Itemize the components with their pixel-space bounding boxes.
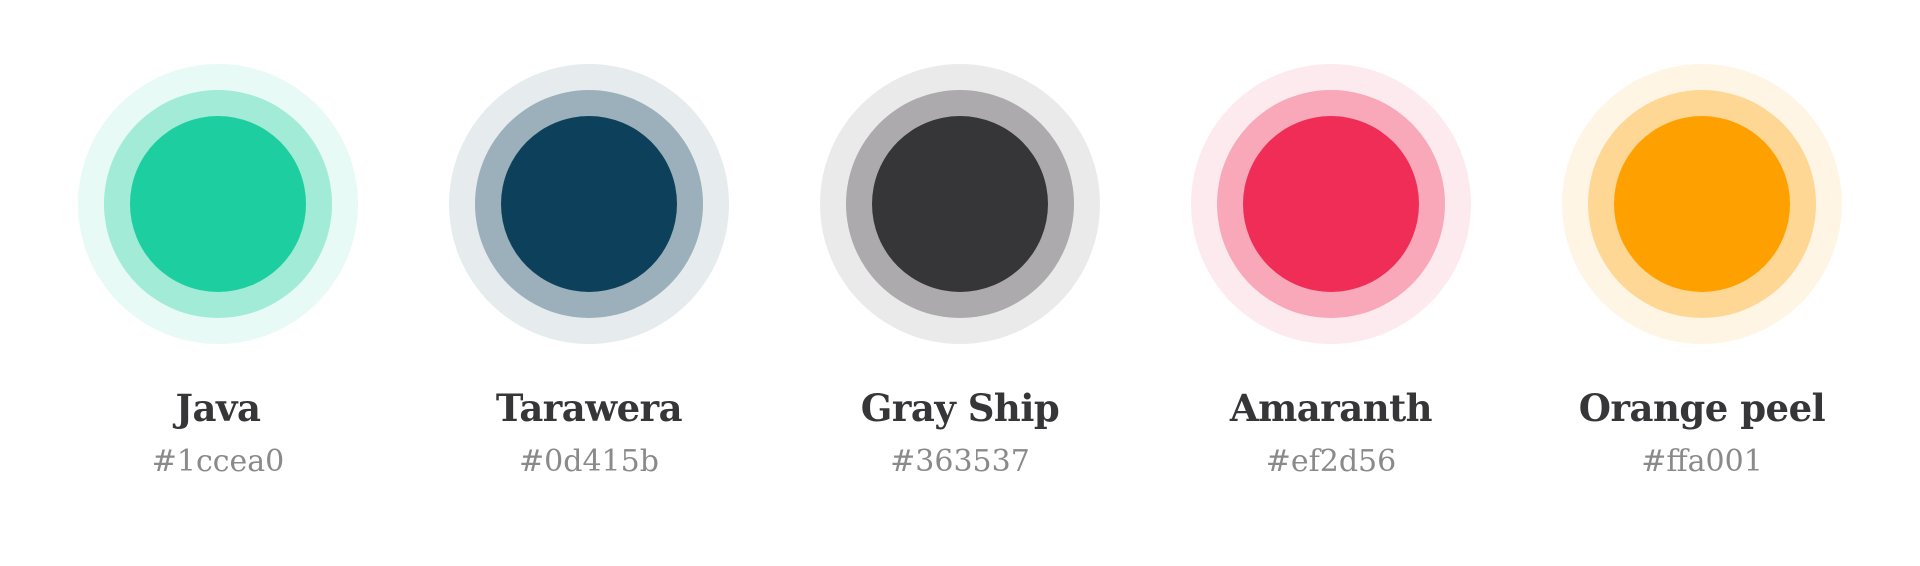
swatch-inner-circle [130,116,306,292]
swatch-circle [449,64,729,344]
color-hex-code: #363537 [890,444,1030,479]
color-name: Orange peel [1578,386,1826,430]
swatch-java: Java #1ccea0 [68,64,368,504]
swatch-tarawera: Tarawera #0d415b [439,64,739,504]
color-name: Java [175,386,261,430]
swatch-circle [1562,64,1842,344]
color-hex-code: #0d415b [519,444,659,479]
color-name: Gray Ship [860,386,1060,430]
swatch-gray-ship: Gray Ship #363537 [810,64,1110,504]
swatch-inner-circle [1614,116,1790,292]
color-hex-code: #ef2d56 [1265,444,1397,479]
swatch-inner-circle [501,116,677,292]
swatch-amaranth: Amaranth #ef2d56 [1181,64,1481,504]
swatch-circle [78,64,358,344]
color-palette: Java #1ccea0 Tarawera #0d415b Gray Ship … [0,0,1920,566]
swatch-orange-peel: Orange peel #ffa001 [1552,64,1852,504]
color-hex-code: #ffa001 [1641,444,1763,479]
swatch-inner-circle [872,116,1048,292]
swatch-circle [1191,64,1471,344]
swatch-circle [820,64,1100,344]
color-name: Amaranth [1229,386,1433,430]
color-hex-code: #1ccea0 [151,444,285,479]
swatch-inner-circle [1243,116,1419,292]
color-name: Tarawera [495,386,683,430]
